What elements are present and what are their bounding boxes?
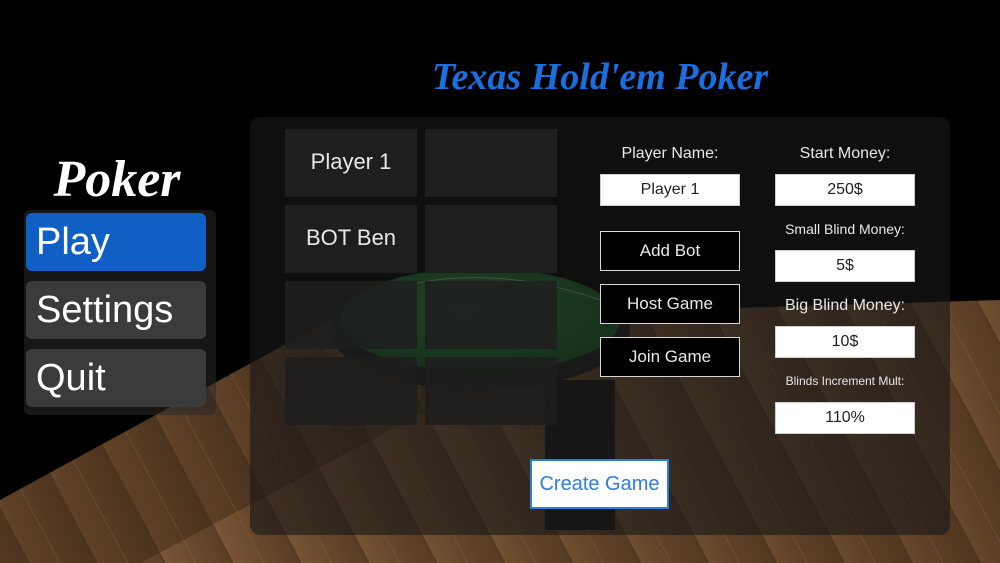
- big-blind-field[interactable]: 10$: [775, 326, 915, 358]
- settings-button[interactable]: Settings: [26, 281, 206, 339]
- start-money-field[interactable]: 250$: [775, 174, 915, 206]
- small-blind-field[interactable]: 5$: [775, 250, 915, 282]
- add-bot-button[interactable]: Add Bot: [600, 231, 740, 271]
- game-title: Texas Hold'em Poker: [431, 56, 769, 98]
- player-name-field[interactable]: Player 1: [600, 174, 740, 206]
- host-game-button[interactable]: Host Game: [600, 284, 740, 324]
- player-slot[interactable]: [425, 281, 557, 349]
- quit-button[interactable]: Quit: [26, 349, 206, 407]
- player-slot[interactable]: [285, 281, 417, 349]
- create-game-button[interactable]: Create Game: [530, 459, 669, 509]
- poker-logo: Poker: [53, 151, 181, 208]
- player-slot[interactable]: [425, 357, 557, 425]
- blinds-increment-label: Blinds Increment Mult:: [785, 374, 905, 388]
- big-blind-label: Big Blind Money:: [784, 297, 906, 314]
- player-slot[interactable]: [425, 129, 557, 197]
- play-button[interactable]: Play: [26, 213, 206, 271]
- player-slot[interactable]: [425, 205, 557, 273]
- player-slot[interactable]: Player 1: [285, 129, 417, 197]
- blinds-increment-field[interactable]: 110%: [775, 402, 915, 434]
- join-game-button[interactable]: Join Game: [600, 337, 740, 377]
- player-slot[interactable]: [285, 357, 417, 425]
- player-name-label: Player Name:: [621, 145, 719, 162]
- start-money-label: Start Money:: [799, 145, 891, 162]
- small-blind-label: Small Blind Money:: [785, 221, 905, 237]
- player-slot[interactable]: BOT Ben: [285, 205, 417, 273]
